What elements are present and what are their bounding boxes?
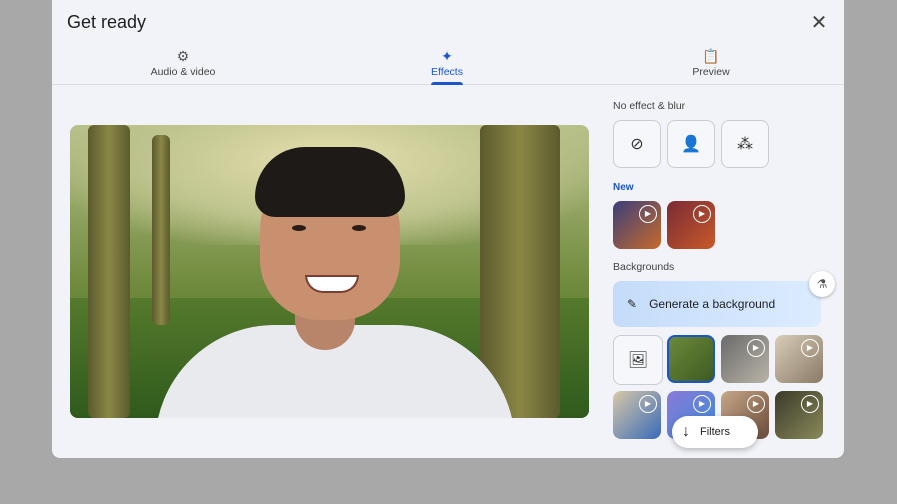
- person-hair: [255, 147, 405, 217]
- person-eye: [352, 225, 366, 231]
- background-beach[interactable]: ▶: [613, 391, 661, 439]
- close-icon[interactable]: ✕: [808, 12, 830, 34]
- person-eye: [292, 225, 306, 231]
- play-icon: ▶: [693, 205, 711, 223]
- labs-flask-icon[interactable]: ⚗: [809, 271, 835, 297]
- play-icon: ▶: [639, 395, 657, 413]
- play-icon: ▶: [801, 339, 819, 357]
- tab-label: Effects: [431, 66, 463, 78]
- background-forest[interactable]: [667, 335, 715, 383]
- tab-preview[interactable]: 📋 Preview: [651, 48, 771, 78]
- tab-bar: ⚙ Audio & video ✦ Effects 📋 Preview: [52, 44, 844, 85]
- play-icon: ▶: [801, 395, 819, 413]
- tab-effects[interactable]: ✦ Effects: [387, 48, 507, 85]
- generate-background-label: Generate a background: [649, 297, 776, 311]
- halloween-effect-2[interactable]: ▶: [667, 201, 715, 249]
- slight-blur-icon: 👤: [681, 136, 701, 153]
- no-effect-icon: ⊘: [630, 136, 644, 153]
- play-icon: ▶: [639, 205, 657, 223]
- sparkle-icon: ✦: [441, 48, 453, 64]
- filters-label: Filters: [700, 426, 730, 438]
- background-interior[interactable]: ▶: [775, 335, 823, 383]
- effects-dialog: Get ready ✕ ⚙ Audio & video ✦ Effects 📋 …: [52, 0, 844, 458]
- effects-panel: No effect & blur ⊘ 👤 ⁂ New ▶ ▶ Backgroun…: [613, 100, 835, 439]
- blur-icon: ⁂: [737, 136, 753, 153]
- dialog-title: Get ready: [67, 12, 147, 32]
- magic-wand-icon: ✎: [627, 297, 638, 311]
- slight-blur-button[interactable]: 👤: [667, 120, 715, 168]
- tab-label: Audio & video: [150, 66, 216, 78]
- audio-video-settings-icon: ⚙: [176, 48, 190, 64]
- preview-clipboard-icon: 📋: [702, 48, 720, 64]
- tab-label: Preview: [692, 66, 730, 78]
- backgrounds-heading: Backgrounds: [613, 261, 675, 273]
- play-icon: ▶: [693, 395, 711, 413]
- generate-background-button[interactable]: ✎ Generate a background: [613, 281, 821, 327]
- no-effect-heading: No effect & blur: [613, 100, 686, 112]
- tree-trunk: [152, 135, 170, 325]
- camera-preview: [70, 125, 589, 418]
- halloween-effect-1[interactable]: ▶: [613, 201, 661, 249]
- blur-button[interactable]: ⁂: [721, 120, 769, 168]
- active-tab-indicator: [431, 82, 463, 85]
- filters-button[interactable]: ↓ Filters: [672, 416, 758, 448]
- new-heading: New: [613, 182, 634, 193]
- background-room[interactable]: ▶: [721, 335, 769, 383]
- upload-background-button[interactable]: 🖼: [613, 335, 663, 385]
- add-image-icon: 🖼: [627, 352, 649, 369]
- tree-trunk: [88, 125, 130, 418]
- no-effect-button[interactable]: ⊘: [613, 120, 661, 168]
- tab-audio-video[interactable]: ⚙ Audio & video: [123, 48, 243, 78]
- background-night[interactable]: ▶: [775, 391, 823, 439]
- play-icon: ▶: [747, 395, 765, 413]
- play-icon: ▶: [747, 339, 765, 357]
- arrow-down-icon: ↓: [682, 423, 690, 440]
